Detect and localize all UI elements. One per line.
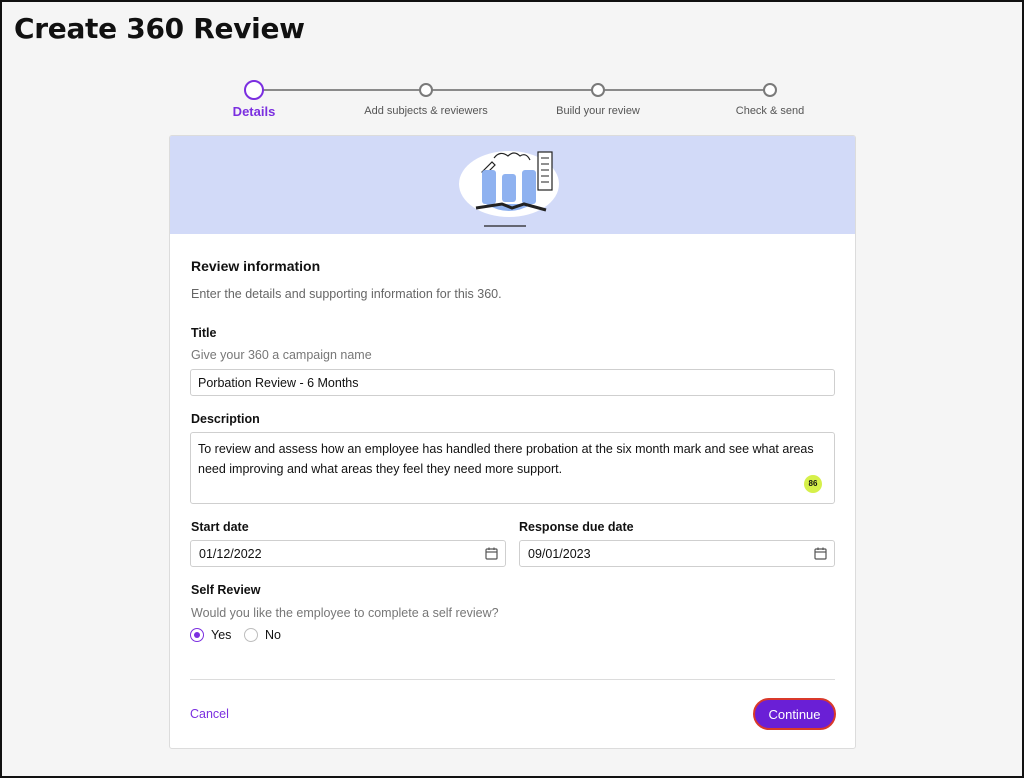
title-hint: Give your 360 a campaign name	[191, 348, 372, 362]
self-review-yes-label[interactable]: Yes	[211, 628, 231, 642]
start-date-input[interactable]: 01/12/2022	[190, 540, 506, 567]
calendar-icon[interactable]	[485, 547, 498, 560]
start-date-value: 01/12/2022	[199, 547, 262, 561]
character-count-badge: 86	[804, 475, 822, 493]
step-label-details[interactable]: Details	[233, 104, 276, 119]
due-date-label: Response due date	[519, 520, 634, 534]
page-title: Create 360 Review	[14, 12, 305, 45]
footer-divider	[190, 679, 835, 680]
cancel-link[interactable]: Cancel	[190, 707, 229, 721]
self-review-label: Self Review	[191, 583, 261, 597]
step-dot-details[interactable]	[244, 80, 264, 100]
continue-button[interactable]: Continue	[753, 698, 836, 730]
due-date-input[interactable]: 09/01/2023	[519, 540, 835, 567]
app-window: Create 360 Review Details Add subjects &…	[0, 0, 1024, 778]
review-form-card: Review information Enter the details and…	[169, 135, 856, 749]
description-textarea[interactable]: To review and assess how an employee has…	[190, 432, 835, 504]
step-dot-check-send[interactable]	[763, 83, 777, 97]
self-review-no-radio[interactable]	[244, 628, 258, 642]
due-date-value: 09/01/2023	[528, 547, 591, 561]
stepper-connector	[604, 89, 764, 91]
step-label-build-review[interactable]: Build your review	[556, 105, 640, 117]
section-subtitle: Enter the details and supporting informa…	[191, 287, 502, 301]
step-label-check-send[interactable]: Check & send	[736, 105, 804, 117]
section-title: Review information	[191, 258, 321, 274]
header-banner	[170, 136, 855, 234]
self-review-question: Would you like the employee to complete …	[191, 606, 499, 620]
description-label: Description	[191, 412, 260, 426]
review-illustration	[459, 151, 559, 227]
title-input[interactable]	[190, 369, 835, 396]
calendar-icon[interactable]	[814, 547, 827, 560]
progress-stepper: Details Add subjects & reviewers Build y…	[2, 80, 1024, 130]
step-dot-build-review[interactable]	[591, 83, 605, 97]
step-label-add-subjects[interactable]: Add subjects & reviewers	[364, 105, 488, 117]
title-label: Title	[191, 326, 217, 340]
start-date-label: Start date	[191, 520, 249, 534]
self-review-yes-radio[interactable]	[190, 628, 204, 642]
step-dot-add-subjects[interactable]	[419, 83, 433, 97]
stepper-connector	[432, 89, 592, 91]
self-review-no-label[interactable]: No	[265, 628, 281, 642]
stepper-connector	[262, 89, 420, 91]
